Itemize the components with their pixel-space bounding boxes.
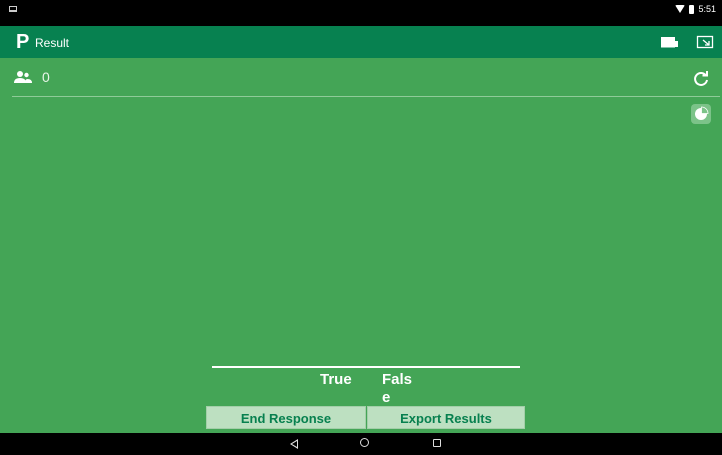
pie-chart-icon [695, 106, 709, 120]
category-label-false: False [382, 371, 413, 406]
status-bar: 5:51 [0, 0, 722, 26]
navigation-bar [0, 433, 722, 455]
export-results-button[interactable]: Export Results [367, 406, 525, 429]
home-icon[interactable] [360, 438, 369, 447]
fullscreen-exit-icon[interactable] [694, 33, 716, 51]
users-icon [14, 71, 32, 83]
app-bar: P Result [0, 26, 722, 58]
status-time: 5:51 [698, 4, 716, 14]
page-title: Result [35, 36, 70, 50]
recent-apps-icon[interactable] [433, 439, 441, 447]
battery-icon [689, 4, 695, 14]
back-icon[interactable] [290, 439, 298, 449]
pie-chart-button[interactable] [691, 104, 711, 124]
respondent-counter: 0 [14, 69, 50, 85]
status-icons: 5:51 [675, 4, 716, 14]
result-panel: 0 True False End Response Export Results [0, 58, 722, 433]
end-response-button[interactable]: End Response [206, 406, 366, 429]
category-label-true: True [320, 371, 352, 388]
refresh-icon[interactable] [692, 70, 710, 88]
app-logo: P [16, 31, 30, 53]
wifi-icon [675, 5, 686, 13]
chart-x-axis [212, 366, 520, 368]
respondent-count: 0 [42, 69, 50, 85]
present-icon[interactable] [658, 33, 680, 51]
notification-icon [9, 6, 17, 12]
divider [12, 96, 720, 97]
